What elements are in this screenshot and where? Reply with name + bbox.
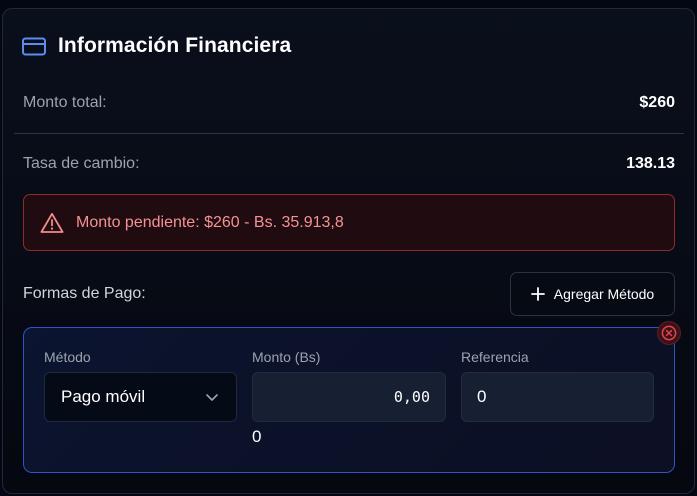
payment-methods-label: Formas de Pago: bbox=[23, 285, 146, 302]
amount-input[interactable]: 0,00 bbox=[252, 372, 446, 422]
exchange-rate-label: Tasa de cambio: bbox=[23, 155, 140, 172]
plus-icon bbox=[530, 287, 545, 301]
total-value: $260 bbox=[639, 94, 675, 111]
pending-amount-text: Monto pendiente: $260 - Bs. 35.913,8 bbox=[76, 213, 344, 231]
credit-card-icon bbox=[22, 35, 48, 57]
exchange-rate-value: 138.13 bbox=[626, 155, 675, 172]
converted-amount-text: 0 bbox=[252, 427, 262, 446]
method-select[interactable]: Pago móvil bbox=[44, 372, 237, 422]
add-method-button[interactable]: Agregar Método bbox=[510, 272, 675, 316]
page-title: Información Financiera bbox=[58, 34, 292, 57]
amount-input-value: 0,00 bbox=[393, 388, 430, 406]
warning-icon bbox=[40, 211, 66, 235]
reference-field-label: Referencia bbox=[461, 349, 529, 365]
close-circle-icon bbox=[661, 325, 677, 341]
remove-payment-button[interactable] bbox=[657, 321, 681, 345]
exchange-rate-row: Tasa de cambio: 138.13 bbox=[23, 155, 675, 173]
reference-input-value: 0 bbox=[477, 387, 487, 406]
amount-field-label: Monto (Bs) bbox=[252, 349, 321, 365]
card-header: Información Financiera bbox=[22, 33, 291, 59]
divider bbox=[14, 133, 684, 134]
pending-amount-alert: Monto pendiente: $260 - Bs. 35.913,8 bbox=[23, 194, 675, 251]
chevron-down-icon bbox=[205, 392, 219, 402]
method-select-value: Pago móvil bbox=[61, 387, 146, 406]
reference-input[interactable]: 0 bbox=[461, 372, 654, 422]
total-row: Monto total: $260 bbox=[23, 94, 675, 112]
total-label: Monto total: bbox=[23, 94, 107, 111]
add-method-label: Agregar Método bbox=[553, 286, 655, 302]
method-field-label: Método bbox=[44, 349, 91, 365]
